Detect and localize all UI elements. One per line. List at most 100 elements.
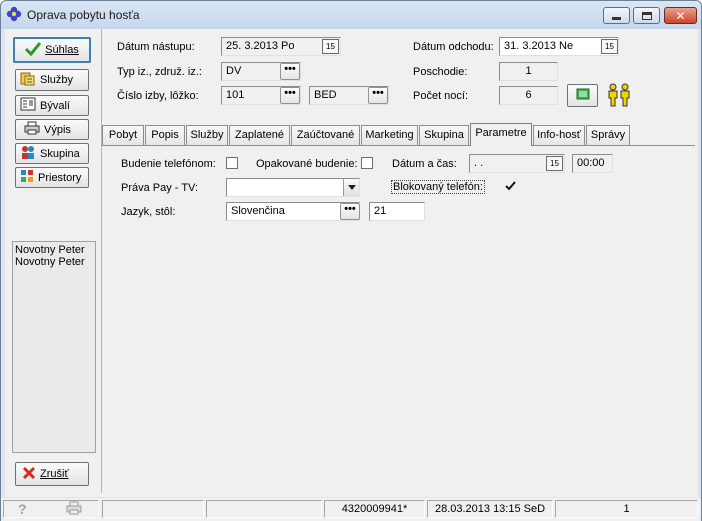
lozko-value: BED [314,89,337,101]
vypis-label: Výpis [44,123,71,136]
byvali-button[interactable]: Bývalí [15,95,89,116]
group-icon [20,144,36,163]
cancel-x-icon [22,466,36,483]
note-icon [576,88,590,103]
tab-pobyt[interactable]: Pobyt [102,125,144,145]
printer-icon[interactable] [66,501,82,520]
cislo-izby-value: 101 [226,89,245,101]
minimize-button[interactable] [603,7,630,24]
checkmark-icon [505,181,516,191]
status-cell-count: 1 [555,500,698,518]
app-flower-icon [6,6,22,22]
priestory-button[interactable]: Priestory [15,167,89,188]
tab-zauctovane[interactable]: Zaúčtované [291,125,360,145]
skupina-label: Skupina [40,147,80,160]
budenie-label: Budenie telefónom: [121,158,216,170]
skupina-button[interactable]: Skupina [15,143,89,164]
title-bar[interactable]: Oprava pobytu hosťa ✕ [1,1,701,29]
suhlas-label: Súhlas [45,44,79,56]
calendar-icon[interactable]: 15 [546,156,563,171]
close-button[interactable]: ✕ [664,7,697,24]
blokovany-label: Blokovaný telefón: [391,180,485,194]
left-panel: Súhlas Služby Bývalí Výpis Skupina Pries… [5,29,102,493]
status-cell-2 [206,500,322,518]
help-icon[interactable]: ? [18,501,27,517]
main-window: Oprava pobytu hosťa ✕ Súhlas Služby Býva… [0,0,702,521]
pocet-noci-value: 6 [525,89,532,101]
client-area: Súhlas Služby Bývalí Výpis Skupina Pries… [5,29,698,497]
calendar-icon[interactable]: 15 [601,39,618,54]
typ-lookup-button[interactable]: ••• [280,63,300,80]
services-icon [20,71,36,90]
list-item[interactable]: Novotny Peter [15,244,93,256]
lozko-lookup-button[interactable]: ••• [368,87,388,104]
minimize-icon [612,17,621,20]
pocet-noci-field: 6 [499,86,558,105]
blokovany-checkbox[interactable] [504,180,516,192]
poschodie-label: Poschodie: [413,66,468,78]
poschodie-field: 1 [499,62,558,81]
stol-field[interactable]: 21 [369,202,425,221]
prava-label: Práva Pay - TV: [121,182,199,194]
cislo-izby-label: Číslo izby, lôžko: [117,90,199,102]
list-item[interactable]: Novotny Peter [15,256,93,268]
guest-list[interactable]: Novotny Peter Novotny Peter [12,241,96,453]
opakovane-label: Opakované budenie: [256,158,358,170]
tab-popis[interactable]: Popis [145,125,185,145]
jazyk-label: Jazyk, stôl: [121,206,176,218]
vypis-button[interactable]: Výpis [15,119,89,140]
status-bar: ? 4320009941* 28.03.2013 13:15 SeD 1 [1,498,701,521]
stol-value: 21 [374,205,387,217]
zrusit-label: Zrušiť [40,468,69,480]
tab-panel-parametre [102,145,695,492]
tab-zaplatene[interactable]: Zaplatené [229,125,290,145]
maximize-icon [641,11,652,20]
opakovane-checkbox[interactable] [361,157,373,169]
datum-odchodu-value: 31. 3.2013 Ne [504,40,574,52]
poschodie-value: 1 [525,65,532,77]
sluzby-button[interactable]: Služby [15,69,89,91]
suhlas-button[interactable]: Súhlas [13,37,91,63]
datum-odchodu-label: Dátum odchodu: [413,41,494,53]
pocet-noci-label: Počet nocí: [413,90,469,102]
byvali-label: Bývalí [40,99,70,112]
tab-spravy[interactable]: Správy [586,125,630,145]
maximize-button[interactable] [633,7,660,24]
datum-nastupu-value: 25. 3.2013 Po [226,40,295,52]
typ-label: Typ iz., združ. iz.: [117,66,202,78]
datum-nastupu-label: Dátum nástupu: [117,41,195,53]
persons-icon[interactable] [606,83,632,110]
prava-value [227,184,235,188]
tab-skupina[interactable]: Skupina [419,125,469,145]
close-icon: ✕ [675,8,686,23]
jazyk-value: Slovenčina [231,205,285,217]
printer-icon [24,121,40,138]
tab-info-host[interactable]: Info-hosť [533,125,585,145]
priestory-label: Priestory [38,171,82,184]
cislo-izby-lookup-button[interactable]: ••• [280,87,300,104]
checkmark-icon [25,41,42,59]
sluzby-label: Služby [40,74,74,86]
budenie-datum-value: . . [474,157,484,169]
prava-select[interactable] [226,178,360,197]
calendar-icon[interactable]: 15 [322,39,339,54]
datum-cas-label: Dátum a čas: [392,158,457,170]
status-cell-datetime: 28.03.2013 13:15 SeD [427,500,553,518]
status-cell-icons: ? [3,500,99,518]
jazyk-lookup-button[interactable]: ••• [340,203,360,220]
budenie-cas-value: 00:00 [577,157,605,169]
status-cell-1 [102,500,204,518]
budenie-cas-field[interactable]: 00:00 [572,154,613,173]
rooms-icon [20,169,34,186]
window-title: Oprava pobytu hosťa [27,8,140,22]
tab-parametre[interactable]: Parametre [470,123,532,146]
status-cell-user: 4320009941* [324,500,425,518]
chevron-down-icon[interactable] [343,179,359,196]
tab-sluzby[interactable]: Služby [186,125,228,145]
guest-card-icon [20,97,36,114]
note-button[interactable] [567,84,598,107]
budenie-checkbox[interactable] [226,157,238,169]
zrusit-button[interactable]: Zrušiť [15,462,89,486]
typ-value: DV [226,65,242,77]
tab-marketing[interactable]: Marketing [361,125,418,145]
